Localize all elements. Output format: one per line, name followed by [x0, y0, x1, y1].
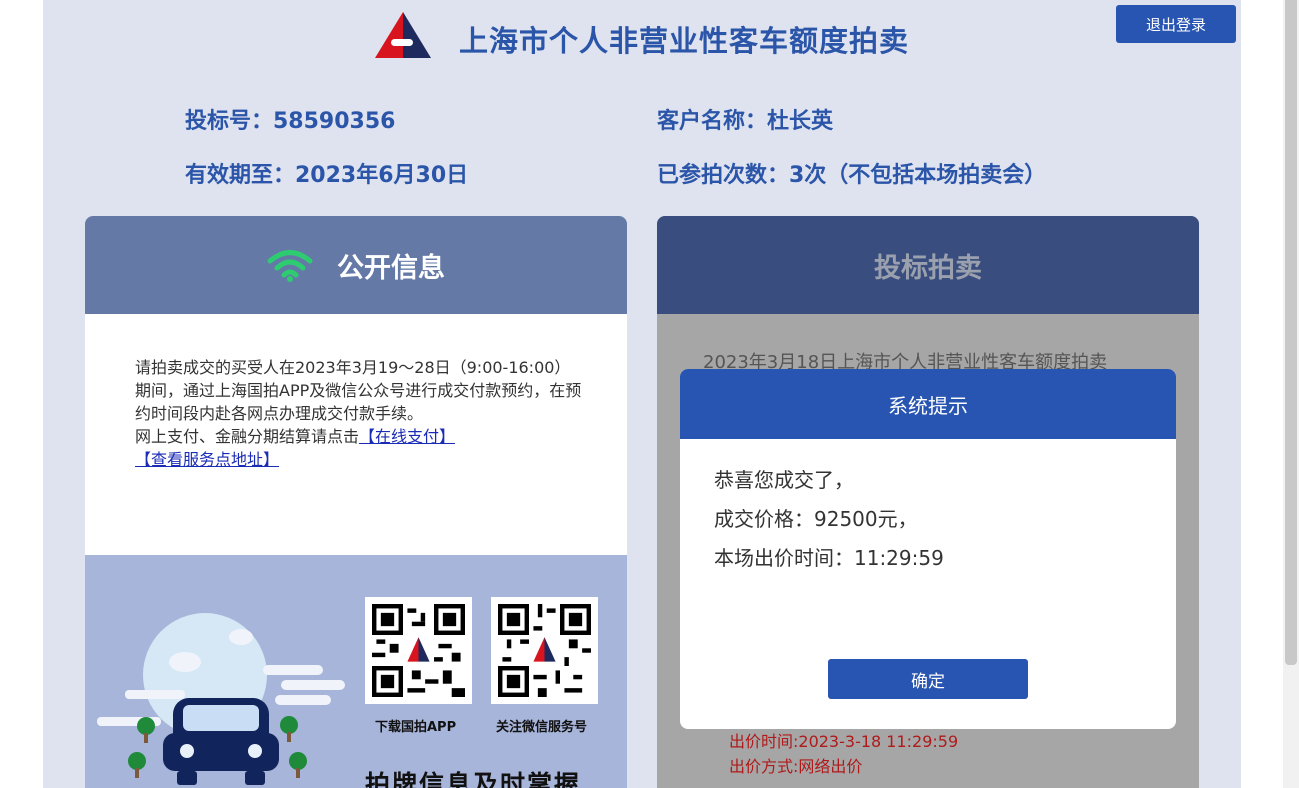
qr-code-icon — [498, 604, 591, 697]
dialog-message: 恭喜您成交了， 成交价格：92500元， 本场出价时间：11:29:59 — [714, 461, 944, 578]
service-points-link[interactable]: 【查看服务点地址】 — [135, 450, 279, 469]
participation-count: 已参拍次数：3次（不包括本场拍卖会） — [657, 163, 1047, 188]
bid-details: 出价时间:2023-3-18 11:29:59 出价方式:网络出价 — [729, 729, 958, 779]
confirm-button[interactable]: 确定 — [828, 659, 1028, 699]
public-info-heading: 公开信息 — [337, 252, 445, 284]
logout-button[interactable]: 退出登录 — [1116, 5, 1236, 43]
qr-code-icon — [372, 604, 465, 697]
promo-title: 拍牌信息及时掌握 — [365, 770, 582, 788]
notice-text: 请拍卖成交的买受人在2023年3月19～28日（9:00-16:00）期间，通过… — [135, 358, 582, 423]
site-title: 上海市个人非营业性客车额度拍卖 — [459, 24, 910, 58]
bid-time: 出价时间:2023-3-18 11:29:59 — [729, 732, 959, 751]
customer-name: 客户名称：杜长英 — [657, 109, 834, 134]
qr-wechat-caption: 关注微信服务号 — [496, 720, 588, 735]
qr-code-app — [365, 597, 472, 704]
online-pay-link[interactable]: 【在线支付】 — [359, 427, 455, 446]
public-info-panel: 公开信息 请拍卖成交的买受人在2023年3月19～28日（9:00-16:00）… — [85, 216, 627, 788]
bid-method: 出价方式:网络出价 — [729, 757, 863, 776]
scrollbar-thumb[interactable] — [1285, 0, 1297, 665]
promo-banner: 下载国拍APP 关注微信服务号 拍牌信息及时掌握 — [85, 555, 627, 788]
payment-notice: 请拍卖成交的买受人在2023年3月19～28日（9:00-16:00）期间，通过… — [135, 356, 585, 471]
auction-logo — [375, 12, 431, 58]
wifi-icon — [267, 250, 313, 282]
dialog-line-congrats: 恭喜您成交了， — [714, 468, 854, 492]
car-illustration — [97, 613, 345, 785]
bid-number: 投标号：58590356 — [185, 109, 396, 134]
online-pay-prefix: 网上支付、金融分期结算请点击 — [135, 427, 360, 446]
vertical-scrollbar[interactable] — [1283, 0, 1299, 788]
qr-app-caption: 下载国拍APP — [375, 720, 457, 735]
system-prompt-dialog: 系统提示 恭喜您成交了， 成交价格：92500元， 本场出价时间：11:29:5… — [680, 369, 1176, 729]
public-info-header: 公开信息 — [85, 216, 627, 314]
dialog-line-time: 本场出价时间：11:29:59 — [714, 546, 944, 570]
valid-until: 有效期至：2023年6月30日 — [185, 163, 469, 188]
bidding-header: 投标拍卖 — [657, 216, 1199, 314]
qr-code-wechat — [491, 597, 598, 704]
dialog-line-price: 成交价格：92500元， — [714, 507, 918, 531]
bidding-heading: 投标拍卖 — [874, 252, 982, 284]
dialog-title: 系统提示 — [680, 369, 1176, 439]
